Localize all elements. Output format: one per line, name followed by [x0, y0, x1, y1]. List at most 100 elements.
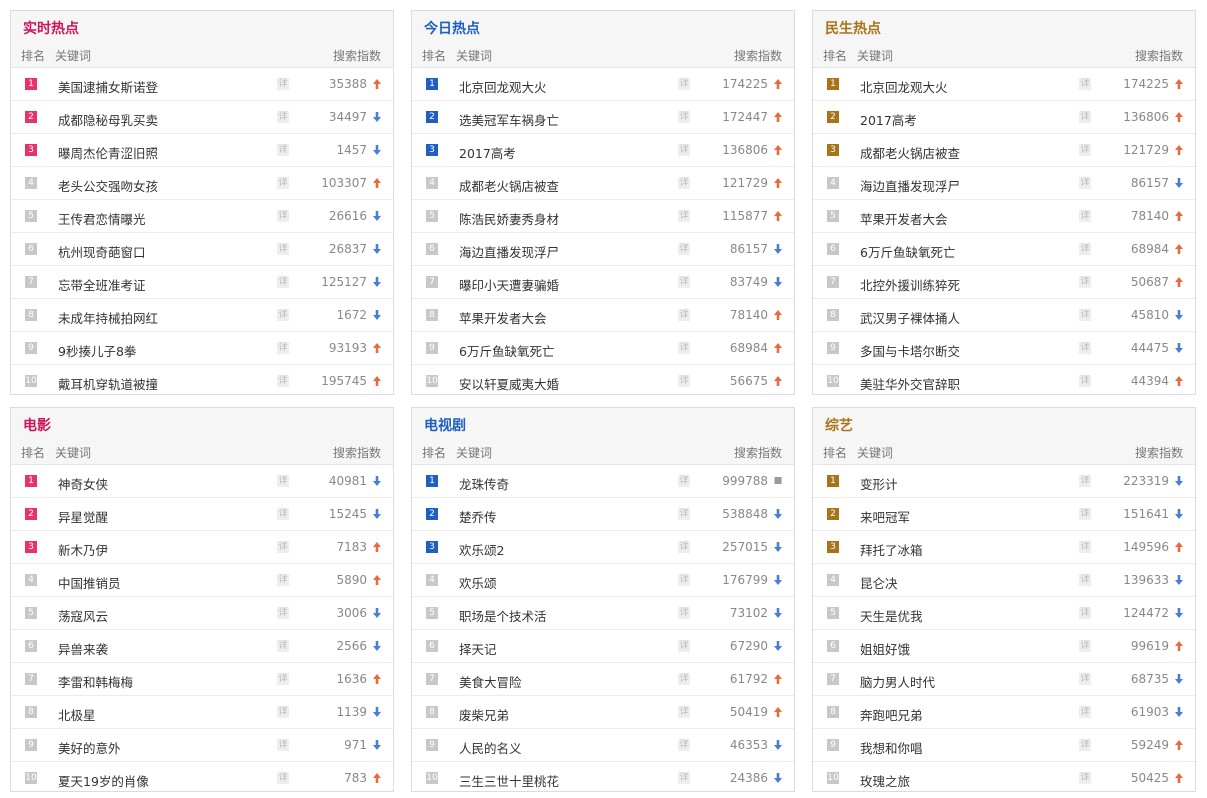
detail-icon[interactable]: 详: [1079, 111, 1091, 123]
detail-icon[interactable]: 详: [277, 541, 289, 553]
keyword-link[interactable]: 2017高考: [459, 143, 516, 162]
detail-icon[interactable]: 详: [1079, 276, 1091, 288]
keyword-link[interactable]: 选美冠军车祸身亡: [459, 110, 559, 129]
detail-icon[interactable]: 详: [678, 144, 690, 156]
detail-icon[interactable]: 详: [678, 78, 690, 90]
keyword-link[interactable]: 姐姐好饿: [860, 639, 910, 658]
detail-icon[interactable]: 详: [678, 475, 690, 487]
keyword-link[interactable]: 来吧冠军: [860, 507, 910, 526]
detail-icon[interactable]: 详: [678, 640, 690, 652]
keyword-link[interactable]: 戴耳机穿轨道被撞: [58, 374, 158, 393]
detail-icon[interactable]: 详: [678, 772, 690, 784]
keyword-link[interactable]: 海边直播发现浮尸: [860, 176, 960, 195]
detail-icon[interactable]: 详: [1079, 375, 1091, 387]
keyword-link[interactable]: 夏天19岁的肖像: [58, 771, 149, 790]
keyword-link[interactable]: 美好的意外: [58, 738, 121, 757]
keyword-link[interactable]: 龙珠传奇: [459, 474, 509, 493]
keyword-link[interactable]: 9秒揍儿子8拳: [58, 341, 136, 360]
detail-icon[interactable]: 详: [277, 144, 289, 156]
keyword-link[interactable]: 北控外援训练猝死: [860, 275, 960, 294]
keyword-link[interactable]: 昆仑决: [860, 573, 898, 592]
keyword-link[interactable]: 李雷和韩梅梅: [58, 672, 133, 691]
keyword-link[interactable]: 忘带全班准考证: [58, 275, 146, 294]
detail-icon[interactable]: 详: [1079, 243, 1091, 255]
detail-icon[interactable]: 详: [1079, 508, 1091, 520]
detail-icon[interactable]: 详: [277, 475, 289, 487]
keyword-link[interactable]: 苹果开发者大会: [459, 308, 547, 327]
panel-title[interactable]: 电视剧: [424, 415, 466, 435]
detail-icon[interactable]: 详: [678, 309, 690, 321]
panel-title[interactable]: 今日热点: [424, 18, 480, 38]
detail-icon[interactable]: 详: [1079, 706, 1091, 718]
detail-icon[interactable]: 详: [277, 177, 289, 189]
detail-icon[interactable]: 详: [1079, 772, 1091, 784]
keyword-link[interactable]: 拜托了冰箱: [860, 540, 923, 559]
keyword-link[interactable]: 杭州现奇葩窗口: [58, 242, 146, 261]
panel-title[interactable]: 民生热点: [825, 18, 881, 38]
detail-icon[interactable]: 详: [678, 375, 690, 387]
detail-icon[interactable]: 详: [1079, 574, 1091, 586]
keyword-link[interactable]: 成都隐秘母乳买卖: [58, 110, 158, 129]
detail-icon[interactable]: 详: [1079, 144, 1091, 156]
detail-icon[interactable]: 详: [277, 78, 289, 90]
detail-icon[interactable]: 详: [678, 111, 690, 123]
keyword-link[interactable]: 奔跑吧兄弟: [860, 705, 923, 724]
keyword-link[interactable]: 安以轩夏威夷大婚: [459, 374, 559, 393]
keyword-link[interactable]: 楚乔传: [459, 507, 497, 526]
keyword-link[interactable]: 曝印小天遭妻骗婚: [459, 275, 559, 294]
keyword-link[interactable]: 择天记: [459, 639, 497, 658]
keyword-link[interactable]: 王传君恋情曝光: [58, 209, 146, 228]
detail-icon[interactable]: 详: [678, 276, 690, 288]
keyword-link[interactable]: 新木乃伊: [58, 540, 108, 559]
keyword-link[interactable]: 6万斤鱼缺氧死亡: [860, 242, 955, 261]
detail-icon[interactable]: 详: [678, 177, 690, 189]
detail-icon[interactable]: 详: [277, 607, 289, 619]
keyword-link[interactable]: 海边直播发现浮尸: [459, 242, 559, 261]
panel-title[interactable]: 电影: [23, 415, 51, 435]
detail-icon[interactable]: 详: [277, 508, 289, 520]
detail-icon[interactable]: 详: [277, 706, 289, 718]
keyword-link[interactable]: 我想和你唱: [860, 738, 923, 757]
detail-icon[interactable]: 详: [277, 574, 289, 586]
keyword-link[interactable]: 多国与卡塔尔断交: [860, 341, 960, 360]
detail-icon[interactable]: 详: [678, 243, 690, 255]
detail-icon[interactable]: 详: [1079, 673, 1091, 685]
detail-icon[interactable]: 详: [1079, 210, 1091, 222]
panel-title[interactable]: 综艺: [825, 415, 853, 435]
keyword-link[interactable]: 三生三世十里桃花: [459, 771, 559, 790]
detail-icon[interactable]: 详: [678, 706, 690, 718]
detail-icon[interactable]: 详: [1079, 78, 1091, 90]
keyword-link[interactable]: 武汉男子裸体捅人: [860, 308, 960, 327]
keyword-link[interactable]: 曝周杰伦青涩旧照: [58, 143, 158, 162]
detail-icon[interactable]: 详: [1079, 342, 1091, 354]
detail-icon[interactable]: 详: [1079, 640, 1091, 652]
detail-icon[interactable]: 详: [678, 739, 690, 751]
keyword-link[interactable]: 北京回龙观大火: [860, 77, 948, 96]
keyword-link[interactable]: 职场是个技术活: [459, 606, 547, 625]
keyword-link[interactable]: 老头公交强吻女孩: [58, 176, 158, 195]
keyword-link[interactable]: 玫瑰之旅: [860, 771, 910, 790]
keyword-link[interactable]: 变形计: [860, 474, 898, 493]
keyword-link[interactable]: 2017高考: [860, 110, 917, 129]
detail-icon[interactable]: 详: [277, 375, 289, 387]
keyword-link[interactable]: 脑力男人时代: [860, 672, 935, 691]
keyword-link[interactable]: 人民的名义: [459, 738, 522, 757]
detail-icon[interactable]: 详: [277, 210, 289, 222]
detail-icon[interactable]: 详: [1079, 607, 1091, 619]
detail-icon[interactable]: 详: [1079, 739, 1091, 751]
keyword-link[interactable]: 异兽来袭: [58, 639, 108, 658]
detail-icon[interactable]: 详: [678, 673, 690, 685]
keyword-link[interactable]: 荡寇风云: [58, 606, 108, 625]
detail-icon[interactable]: 详: [277, 243, 289, 255]
keyword-link[interactable]: 欢乐颂: [459, 573, 497, 592]
keyword-link[interactable]: 欢乐颂2: [459, 540, 504, 559]
detail-icon[interactable]: 详: [678, 574, 690, 586]
detail-icon[interactable]: 详: [277, 276, 289, 288]
detail-icon[interactable]: 详: [1079, 541, 1091, 553]
detail-icon[interactable]: 详: [678, 541, 690, 553]
keyword-link[interactable]: 成都老火锅店被查: [459, 176, 559, 195]
detail-icon[interactable]: 详: [1079, 475, 1091, 487]
keyword-link[interactable]: 6万斤鱼缺氧死亡: [459, 341, 554, 360]
keyword-link[interactable]: 美国逮捕女斯诺登: [58, 77, 158, 96]
detail-icon[interactable]: 详: [277, 673, 289, 685]
